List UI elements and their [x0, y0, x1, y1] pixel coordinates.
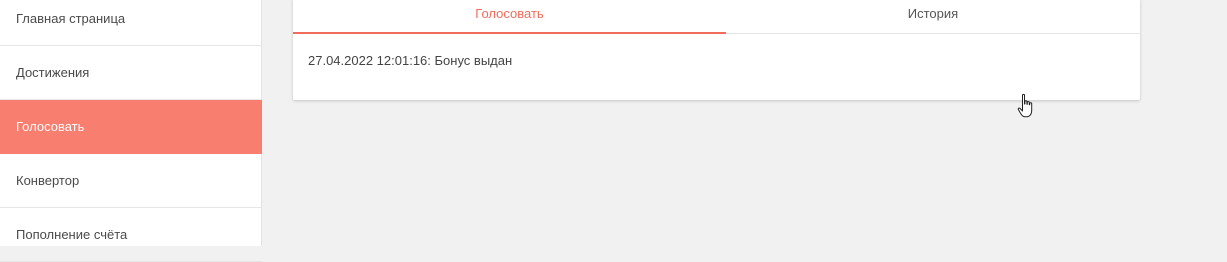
sidebar-item-achievements[interactable]: Достижения: [0, 46, 262, 100]
sidebar-item-vote[interactable]: Голосовать: [0, 100, 262, 154]
sidebar-nav: Главная страница Достижения Голосовать К…: [0, 0, 262, 262]
hand-pointer-icon: [1017, 93, 1033, 118]
tab-label: История: [907, 6, 959, 21]
tab-vote[interactable]: Голосовать: [293, 0, 726, 34]
tab-bar: Голосовать История: [293, 0, 1140, 34]
sidebar-item-label: Пополнение счёта: [16, 227, 128, 242]
sidebar-item-label: Достижения: [16, 65, 90, 80]
sidebar-item-label: Конвертор: [16, 173, 80, 188]
tab-history[interactable]: История: [726, 0, 1140, 34]
active-tab-indicator: [293, 32, 726, 34]
history-entry: 27.04.2022 12:01:16: Бонус выдан: [308, 53, 513, 68]
sidebar-item-label: Голосовать: [16, 119, 85, 134]
sidebar-item-home[interactable]: Главная страница: [0, 0, 262, 46]
vote-card: Голосовать История 27.04.2022 12:01:16: …: [293, 0, 1140, 100]
tab-label: Голосовать: [475, 6, 544, 21]
sidebar-item-label: Главная страница: [16, 11, 126, 26]
sidebar-item-top-up[interactable]: Пополнение счёта: [0, 208, 262, 262]
sidebar-item-converter[interactable]: Конвертор: [0, 154, 262, 208]
